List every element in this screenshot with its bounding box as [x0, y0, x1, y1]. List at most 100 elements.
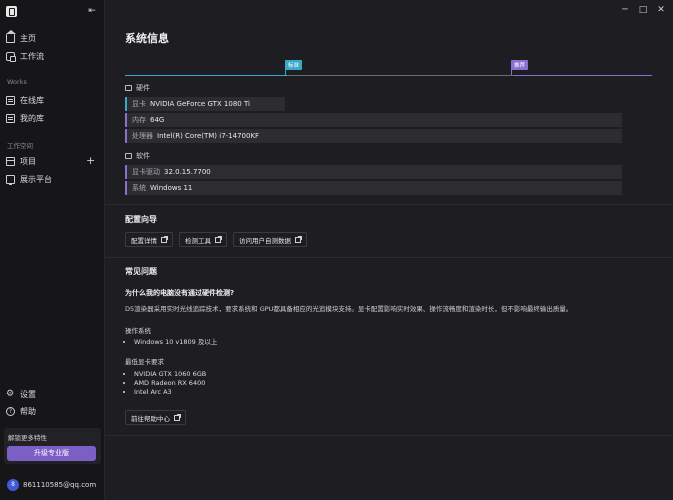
row-key: 显卡 — [132, 100, 146, 108]
row-key: 系统 — [132, 184, 146, 192]
sidebar-item-label: 我的库 — [20, 113, 44, 123]
row-value: Windows 11 — [150, 184, 193, 192]
section-divider — [105, 435, 673, 436]
marker-stem — [285, 69, 286, 75]
software-heading: 软件 — [125, 151, 150, 161]
sidebar-item-label: 在线库 — [20, 95, 44, 105]
maximize-button[interactable]: □ — [637, 5, 649, 15]
close-button[interactable]: ✕ — [655, 5, 667, 15]
workflow-icon — [6, 51, 16, 62]
sidebar-item-online-library[interactable]: 在线库 — [6, 93, 98, 107]
help-center-button[interactable]: 前往帮助中心 — [125, 410, 186, 425]
section-divider — [105, 204, 673, 205]
detection-tool-button[interactable]: 检测工具 — [179, 232, 227, 247]
external-link-icon — [295, 235, 302, 243]
hardware-row-memory: 内存 64G — [125, 113, 622, 127]
row-value: Intel(R) Core(TM) i7-14700KF — [157, 132, 260, 140]
sidebar-item-label: 设置 — [20, 389, 36, 399]
list-item: Intel Arc A3 — [134, 388, 206, 397]
software-icon — [125, 153, 132, 159]
timeline-segment-middle — [287, 75, 514, 76]
add-project-icon[interactable]: + — [86, 155, 95, 166]
timeline-marker-recommended: 推荐 — [511, 60, 529, 75]
button-label: 前往帮助中心 — [131, 414, 170, 423]
online-library-icon — [6, 95, 15, 105]
sidebar: ⇤ 主页 工作流 Works 在线库 我的库 工作空间 项目 + 展示平台 ⚙ … — [0, 0, 105, 500]
app-window: ⇤ 主页 工作流 Works 在线库 我的库 工作空间 项目 + 展示平台 ⚙ … — [0, 0, 673, 500]
software-row-os: 系统 Windows 11 — [125, 181, 622, 195]
section-label-works: Works — [7, 78, 27, 86]
marker-label: 标准 — [288, 63, 300, 69]
hardware-heading: 硬件 — [125, 83, 150, 93]
row-key: 处理器 — [132, 132, 153, 140]
external-link-icon — [215, 235, 222, 243]
os-requirement-label: 操作系统 — [125, 327, 151, 335]
unlock-panel: 解锁更多特性 升级专业版 — [4, 428, 101, 464]
row-value: 64G — [150, 116, 165, 124]
list-item: AMD Radeon RX 6400 — [134, 379, 206, 388]
sidebar-item-project[interactable]: 项目 — [6, 154, 98, 168]
sidebar-item-label: 工作流 — [20, 51, 44, 61]
sidebar-item-label: 项目 — [20, 156, 36, 166]
gpu-requirement-list: NVIDIA GTX 1060 6GB AMD Radeon RX 6400 I… — [134, 370, 206, 397]
page-title: 系统信息 — [125, 32, 169, 45]
timeline-marker-standard: 标准 — [285, 60, 303, 75]
sidebar-item-settings[interactable]: ⚙ 设置 — [6, 387, 98, 401]
row-key: 内存 — [132, 116, 146, 124]
faq-question: 为什么我的电脑没有通过硬件检测? — [125, 289, 235, 297]
user-account[interactable]: 8 861110585@qq.com — [7, 479, 96, 491]
list-item: NVIDIA GTX 1060 6GB — [134, 370, 206, 379]
section-label-workspace: 工作空间 — [7, 142, 33, 150]
config-details-button[interactable]: 配置详情 — [125, 232, 173, 247]
timeline-segment-standard — [125, 75, 287, 76]
project-icon — [6, 156, 15, 166]
hardware-heading-text: 硬件 — [136, 84, 150, 92]
marker-label: 推荐 — [514, 63, 526, 69]
sidebar-item-workflow[interactable]: 工作流 — [6, 49, 98, 63]
minimize-button[interactable]: ─ — [619, 5, 631, 15]
my-library-icon — [6, 113, 15, 123]
os-requirement-list: Windows 10 v1809 及以上 — [134, 338, 217, 347]
sidebar-item-label: 展示平台 — [20, 174, 52, 184]
list-item: Windows 10 v1809 及以上 — [134, 338, 217, 347]
unlock-text: 解锁更多特性 — [8, 434, 47, 442]
row-key: 显卡驱动 — [132, 168, 160, 176]
hardware-icon — [125, 85, 132, 91]
home-icon — [6, 29, 16, 43]
showcase-icon — [6, 174, 15, 185]
main-content: ─ □ ✕ 系统信息 标准 推荐 硬件 显卡 NVIDIA GeForce GT… — [105, 0, 673, 500]
user-test-data-button[interactable]: 访问用户自测数据 — [233, 232, 307, 247]
sidebar-item-help[interactable]: ? 帮助 — [6, 404, 98, 418]
hardware-row-cpu: 处理器 Intel(R) Core(TM) i7-14700KF — [125, 129, 622, 143]
sidebar-item-showcase[interactable]: 展示平台 — [6, 172, 98, 186]
hardware-row-gpu: 显卡 NVIDIA GeForce GTX 1080 Ti — [125, 97, 285, 111]
external-link-icon — [174, 413, 181, 421]
sidebar-item-label: 帮助 — [20, 406, 36, 416]
sidebar-item-label: 主页 — [20, 33, 36, 43]
row-value: 32.0.15.7700 — [164, 168, 211, 176]
button-label: 检测工具 — [185, 236, 211, 245]
section-divider — [105, 257, 673, 258]
help-icon: ? — [6, 406, 15, 416]
row-value: NVIDIA GeForce GTX 1080 Ti — [150, 100, 250, 108]
config-guide-title: 配置向导 — [125, 215, 157, 224]
upgrade-pro-button[interactable]: 升级专业版 — [7, 446, 96, 461]
sidebar-item-home[interactable]: 主页 — [6, 29, 98, 45]
app-logo-icon — [6, 6, 17, 17]
software-row-driver: 显卡驱动 32.0.15.7700 — [125, 165, 622, 179]
button-label: 配置详情 — [131, 236, 157, 245]
marker-stem — [511, 69, 512, 75]
faq-title: 常见问题 — [125, 267, 157, 276]
performance-timeline: 标准 推荐 — [125, 60, 652, 76]
gpu-requirement-label: 最低显卡要求 — [125, 358, 164, 366]
software-heading-text: 软件 — [136, 152, 150, 160]
external-link-icon — [161, 235, 168, 243]
button-label: 访问用户自测数据 — [239, 236, 291, 245]
gear-icon: ⚙ — [6, 388, 15, 399]
user-email: 861110585@qq.com — [23, 481, 97, 489]
timeline-segment-recommended — [514, 75, 652, 76]
faq-answer: D5渲染器采用实时光线追踪技术，要求系统和 GPU都具备相应的光追模块支持。显卡… — [125, 305, 573, 313]
collapse-sidebar-icon[interactable]: ⇤ — [86, 6, 98, 17]
avatar: 8 — [7, 479, 19, 491]
sidebar-item-my-library[interactable]: 我的库 — [6, 111, 98, 125]
